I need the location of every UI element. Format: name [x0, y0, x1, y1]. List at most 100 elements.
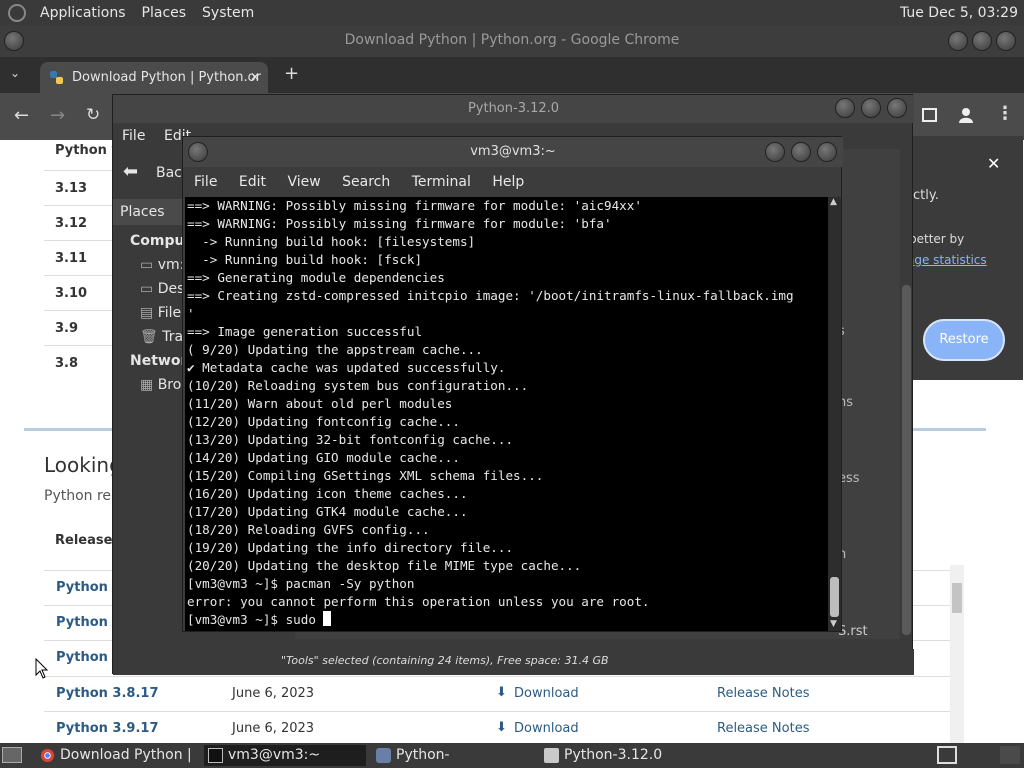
trash-applet-icon[interactable]	[1000, 746, 1020, 764]
release-notes-link[interactable]: Release Notes	[717, 721, 809, 736]
terminal-output[interactable]: ==> WARNING: Possibly missing firmware f…	[185, 197, 828, 631]
release-notes-link[interactable]: Release Notes	[717, 686, 809, 701]
chrome-menu-icon[interactable]: ⋮	[996, 103, 1014, 124]
system-logo-icon[interactable]	[8, 3, 26, 22]
fm-minimize-button[interactable]	[835, 98, 855, 118]
terminal-line: error: you cannot perform this operation…	[187, 594, 650, 609]
taskbar-item-archive[interactable]: Python-3.12.0.tar.xz	[372, 745, 534, 766]
table-scrollbar[interactable]	[950, 565, 964, 743]
download-link[interactable]: Download	[514, 686, 579, 701]
popup-close-icon[interactable]: ✕	[987, 154, 1000, 173]
fm-back-icon[interactable]: ⬅	[123, 161, 138, 182]
taskbar-item-folder[interactable]: Python-3.12.0	[540, 745, 702, 766]
menu-system[interactable]: System	[194, 5, 262, 21]
side-panel-icon[interactable]	[922, 108, 937, 122]
version-row: 3.11	[44, 240, 116, 276]
terminal-prompt-line: [vm3@vm3 ~]$ sudo	[187, 611, 828, 629]
profile-icon[interactable]	[957, 106, 975, 124]
fm-place-item[interactable]: 🗑 Tra	[140, 329, 183, 345]
window-menu-icon[interactable]	[4, 31, 24, 51]
terminal-window-menu-icon[interactable]	[188, 142, 208, 162]
terminal-scrollbar-thumb[interactable]	[830, 577, 839, 617]
reload-button[interactable]: ↻	[86, 105, 100, 125]
download-icon[interactable]: ⬇	[496, 720, 507, 735]
terminal-window: vm3@vm3:~ File Edit View Search Terminal…	[182, 136, 843, 632]
maximize-button[interactable]	[972, 31, 992, 51]
terminal-line: (12/20) Updating fontconfig cache...	[187, 414, 460, 429]
chrome-titlebar: Download Python | Python.org - Google Ch…	[0, 25, 1024, 57]
terminal-line: ( 9/20) Updating the appstream cache...	[187, 342, 483, 357]
terminal-line: (19/20) Updating the info directory file…	[187, 540, 514, 555]
terminal-line: -> Running build hook: [fsck]	[187, 252, 423, 267]
terminal-menu-view[interactable]: View	[287, 167, 320, 197]
terminal-line: ✔ Metadata cache was updated successfull…	[187, 360, 506, 375]
release-date: June 6, 2023	[232, 686, 315, 701]
forward-button[interactable]: →	[50, 105, 65, 126]
fm-place-item[interactable]: ▭ vm:	[140, 257, 184, 273]
terminal-minimize-button[interactable]	[765, 142, 785, 162]
top-panel: Applications Places System Tue Dec 5, 03…	[0, 0, 1024, 25]
terminal-menu-search[interactable]: Search	[342, 167, 390, 197]
clock[interactable]: Tue Dec 5, 03:29	[900, 5, 1024, 21]
show-desktop-icon[interactable]	[2, 747, 22, 763]
file-manager-title: Python-3.12.0	[467, 101, 560, 116]
new-tab-button[interactable]: +	[284, 63, 299, 84]
terminal-menu-help[interactable]: Help	[492, 167, 524, 197]
menu-applications[interactable]: Applications	[32, 5, 134, 21]
close-button[interactable]	[996, 31, 1016, 51]
network-icon: ▦	[140, 377, 158, 393]
desktop-icon: ▭	[140, 281, 158, 297]
minimize-button[interactable]	[948, 31, 968, 51]
version-row: 3.13	[44, 170, 116, 206]
workspace-switcher-icon[interactable]	[937, 746, 957, 764]
terminal-menubar: File Edit View Search Terminal Help	[183, 167, 843, 197]
drive-icon: ▭	[140, 257, 158, 273]
terminal-line: (10/20) Reloading system bus configurati…	[187, 378, 529, 393]
release-name[interactable]: Python 3.9.17	[56, 721, 158, 736]
terminal-line: ==> Image generation successful	[187, 324, 423, 339]
fm-scrollbar[interactable]	[901, 225, 912, 645]
terminal-line: (15/20) Compiling GSettings XML schema f…	[187, 468, 544, 483]
scroll-up-icon[interactable]: ▲	[830, 197, 837, 207]
scroll-down-icon[interactable]: ▼	[830, 619, 837, 629]
terminal-line: -> Running build hook: [filesystems]	[187, 234, 476, 249]
fm-close-button[interactable]	[887, 98, 907, 118]
terminal-maximize-button[interactable]	[791, 142, 811, 162]
fm-maximize-button[interactable]	[861, 98, 881, 118]
terminal-menu-terminal[interactable]: Terminal	[412, 167, 471, 197]
download-link[interactable]: Download	[514, 721, 579, 736]
fm-place-item[interactable]: ▦ Bro	[140, 377, 181, 393]
tab-search-chevron-icon[interactable]: ⌄	[10, 66, 20, 80]
terminal-line: (11/20) Warn about old perl modules	[187, 396, 453, 411]
back-button[interactable]: ←	[14, 105, 29, 126]
folder-icon	[544, 748, 559, 763]
usage-statistics-link[interactable]: age statistics	[907, 253, 987, 267]
fm-menu-file[interactable]: File	[122, 123, 145, 149]
table-scrollbar-thumb[interactable]	[952, 583, 962, 613]
release-name[interactable]: Python 3.8.17	[56, 686, 158, 701]
release-row: Python 3.9.17 June 6, 2023 ⬇ Download Re…	[44, 711, 950, 743]
taskbar-item-terminal[interactable]: vm3@vm3:~	[204, 745, 366, 766]
menu-places[interactable]: Places	[134, 5, 195, 21]
fm-scrollbar-thumb[interactable]	[902, 285, 911, 635]
restore-popup: ✕ ctly. better by age statistics Restore	[903, 136, 1023, 380]
restore-button[interactable]: Restore	[923, 319, 1005, 361]
fm-status-text: "Tools" selected (containing 24 items), …	[281, 654, 609, 667]
tab-title: Download Python | Python.or	[72, 70, 261, 85]
version-row: 3.9	[44, 310, 116, 346]
tab-download-python[interactable]: Download Python | Python.or ✕	[40, 62, 268, 93]
release-row: Python 3.8.17 June 6, 2023 ⬇ Download Re…	[44, 676, 950, 711]
terminal-scrollbar[interactable]: ▲ ▼	[828, 197, 841, 631]
terminal-cursor	[323, 611, 332, 626]
looking-heading: Looking	[44, 453, 122, 477]
terminal-close-button[interactable]	[817, 142, 837, 162]
terminal-menu-file[interactable]: File	[194, 167, 217, 197]
terminal-line: [vm3@vm3 ~]$ pacman -Sy python	[187, 576, 415, 591]
tab-close-icon[interactable]: ✕	[250, 62, 260, 93]
download-icon[interactable]: ⬇	[496, 685, 507, 700]
taskbar-item-chrome[interactable]: Download Python | ...	[36, 745, 198, 766]
release-date: June 6, 2023	[232, 721, 315, 736]
fm-place-item[interactable]: ▭ Des	[140, 281, 184, 297]
fm-place-item[interactable]: ▤ File	[140, 305, 181, 321]
terminal-menu-edit[interactable]: Edit	[239, 167, 266, 197]
